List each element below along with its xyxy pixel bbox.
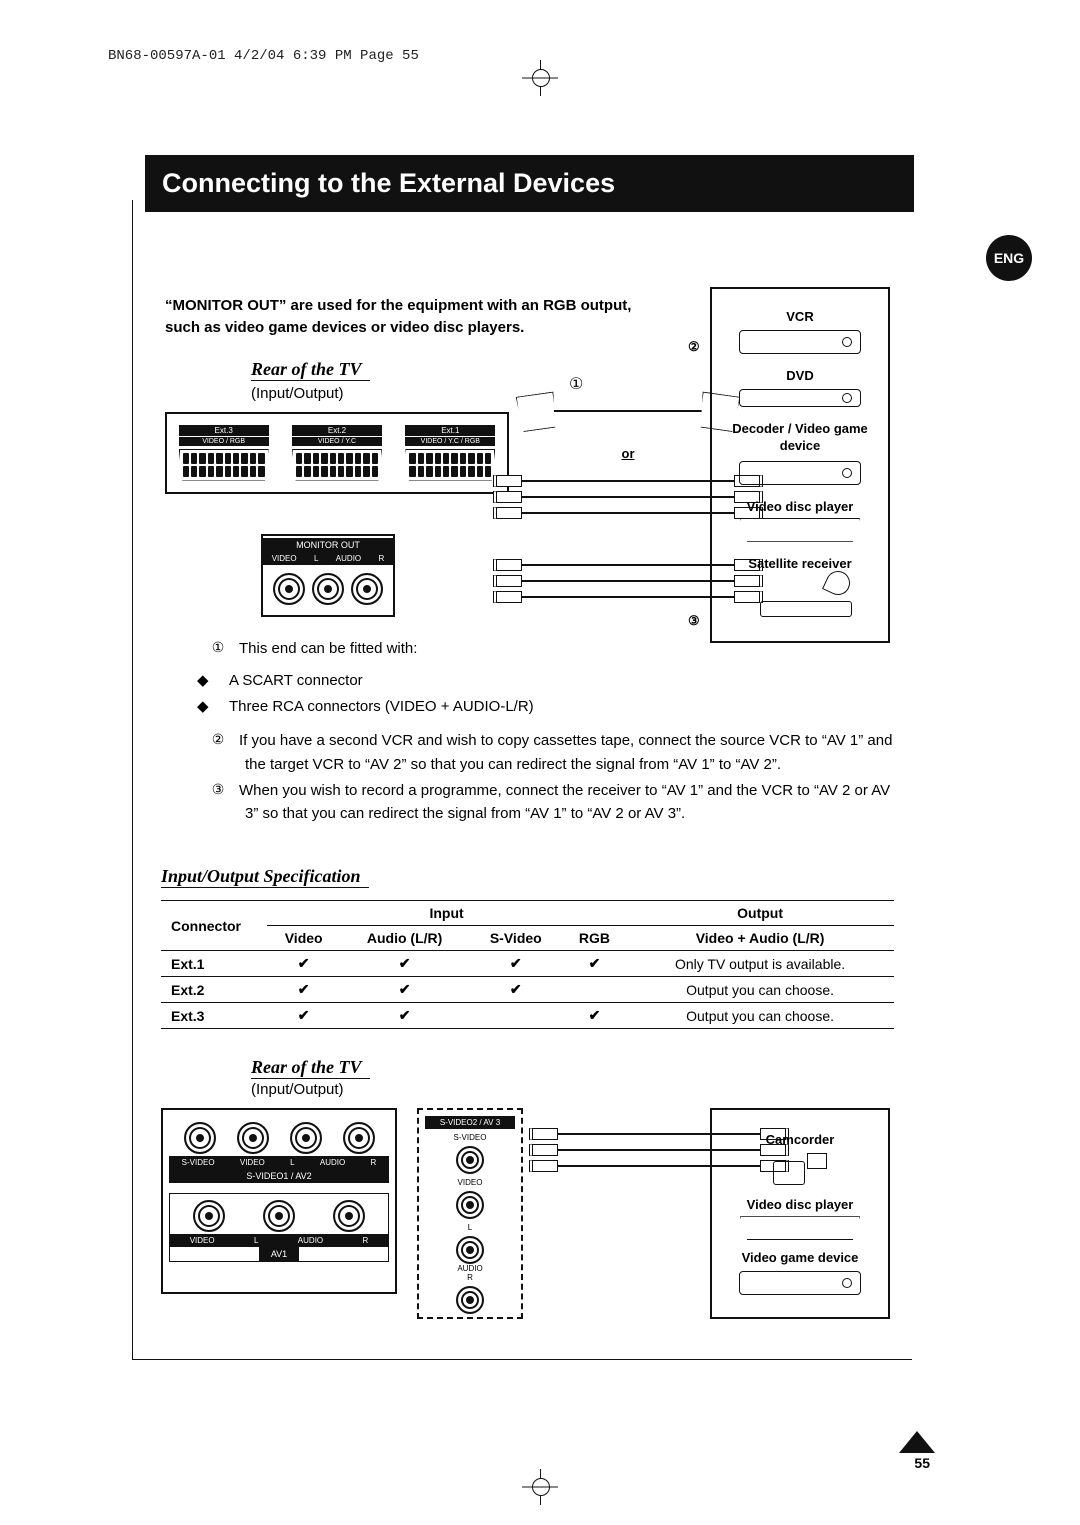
crop-mark-bottom — [540, 1469, 541, 1505]
table-row-name: Ext.3 — [161, 1003, 267, 1029]
content-frame: “MONITOR OUT” are used for the equipment… — [132, 200, 912, 1360]
dvd-icon — [739, 389, 861, 407]
external-devices-box-top: ② ③ VCR DVD Decoder / Video game device … — [710, 287, 890, 643]
table-row-name: Ext.1 — [161, 951, 267, 977]
or-label: or — [622, 446, 635, 461]
spec-heading: Input/Output Specification — [161, 866, 369, 888]
io-label-2: (Input/Output) — [251, 1081, 894, 1098]
side-panel-av3: S-VIDEO2 / AV 3 S-VIDEO VIDEO L AUDIO R — [417, 1108, 523, 1319]
disc-player-icon — [742, 520, 858, 542]
decoder-icon — [739, 461, 861, 485]
vcr-icon — [739, 330, 861, 354]
side-panel-av1-av2: S-VIDEO VIDEO L AUDIO R S-VIDEO1 / AV2 V… — [161, 1108, 397, 1294]
table-row-name: Ext.2 — [161, 977, 267, 1003]
io-spec-table: Connector Input Output Video Audio (L/R)… — [161, 900, 894, 1029]
disc-player-icon — [742, 1218, 858, 1240]
game-device-icon — [739, 1271, 861, 1295]
external-devices-box-bottom: Camcorder Video disc player Video game d… — [710, 1108, 890, 1319]
rear-of-tv-heading-1: Rear of the TV — [251, 359, 370, 381]
rear-of-tv-heading-2: Rear of the TV — [251, 1057, 370, 1079]
print-header: BN68-00597A-01 4/2/04 6:39 PM Page 55 — [108, 48, 419, 64]
camcorder-icon — [773, 1153, 827, 1187]
scart-panel: Ext.3VIDEO / RGB Ext.2VIDEO / Y.C Ext.1V… — [165, 412, 509, 494]
page-arrow-icon — [899, 1431, 935, 1453]
satellite-icon — [750, 577, 850, 617]
monitor-out-panel: MONITOR OUT VIDEO L AUDIO R — [261, 534, 395, 617]
language-badge: ENG — [986, 235, 1032, 281]
intro-text: “MONITOR OUT” are used for the equipment… — [165, 295, 665, 339]
page-number: 55 — [914, 1455, 930, 1471]
marker-2: ② — [688, 339, 700, 355]
crop-mark-top — [540, 60, 541, 96]
marker-3: ③ — [688, 613, 700, 629]
